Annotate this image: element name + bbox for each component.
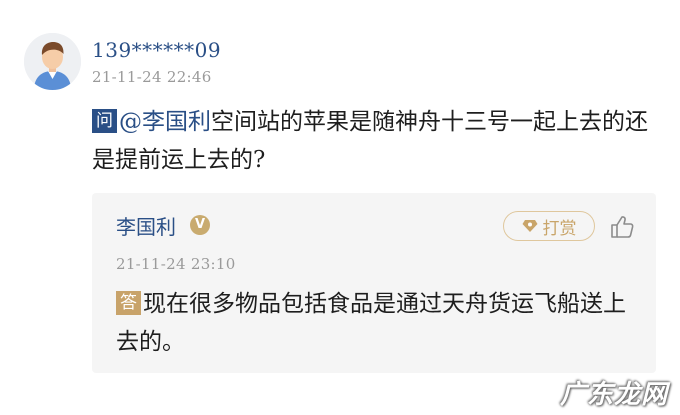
question-author-name[interactable]: 139******09	[92, 38, 221, 62]
answer-body: 现在很多物品包括食品是通过天舟货运飞船送上去的。	[116, 291, 626, 355]
answer-author-name[interactable]: 李国利	[116, 211, 176, 240]
watermark: 广东龙网	[559, 380, 668, 410]
user-avatar-icon	[24, 33, 81, 90]
answer-badge: 答	[116, 291, 141, 315]
avatar[interactable]	[24, 33, 81, 90]
answer-card: 李国利 V 打赏 21-11-24 23:10 答现在很多物品包括食品是通过天舟…	[92, 193, 656, 373]
mention-link[interactable]: @李国利	[119, 109, 211, 135]
verified-badge-icon: V	[190, 215, 210, 235]
answer-timestamp: 21-11-24 23:10	[116, 255, 236, 273]
question-text: 问 @李国利空间站的苹果是随神舟十三号一起上去的还是提前运上去的?	[92, 103, 662, 179]
question-badge: 问	[92, 109, 117, 133]
answer-text: 答现在很多物品包括食品是通过天舟货运飞船送上去的。	[116, 285, 646, 361]
like-button[interactable]	[608, 213, 636, 241]
thumbs-up-icon	[611, 216, 634, 238]
question-timestamp: 21-11-24 22:46	[92, 68, 212, 86]
diamond-icon	[522, 220, 537, 232]
tip-label: 打赏	[542, 218, 577, 239]
tip-button[interactable]: 打赏	[503, 211, 595, 241]
